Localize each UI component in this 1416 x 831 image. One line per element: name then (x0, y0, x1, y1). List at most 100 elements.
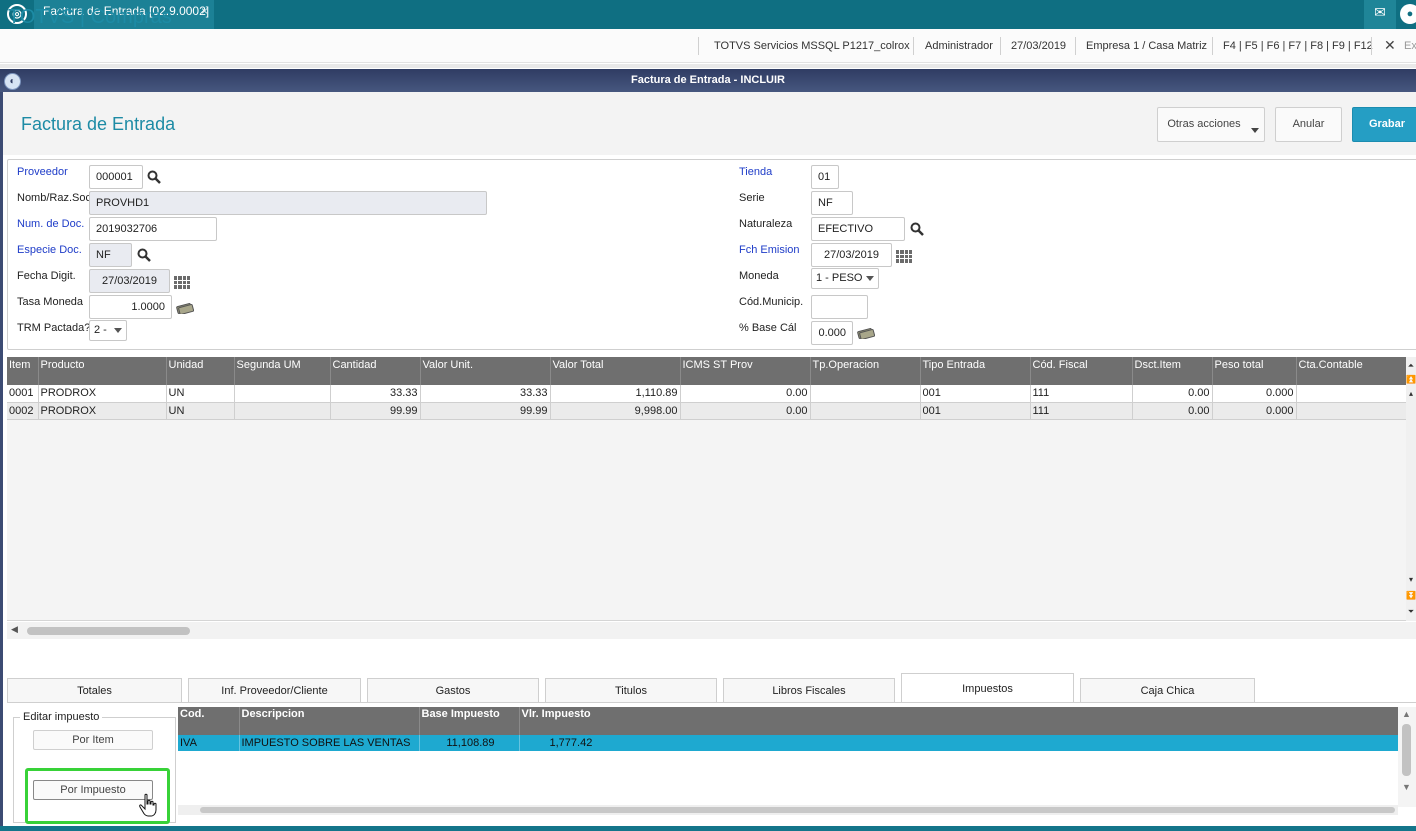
save-button[interactable]: Grabar (1352, 107, 1416, 142)
cell[interactable]: UN (166, 385, 235, 403)
table-row[interactable]: 0002 PRODROX UN 99.99 99.99 9,998.00 0.0… (7, 402, 1407, 420)
by-item-button[interactable]: Por Item (33, 730, 153, 750)
col-header[interactable]: Unidad (166, 357, 235, 385)
col-header[interactable]: Vlr. Impuesto (519, 707, 1399, 735)
exit-icon[interactable]: ✕ (1384, 37, 1396, 54)
cell[interactable]: IVA (178, 735, 240, 751)
tab-totales[interactable]: Totales (7, 678, 182, 703)
col-header[interactable]: Tipo Entrada (920, 357, 1031, 385)
money-icon[interactable] (176, 302, 194, 314)
tienda-field[interactable]: 01 (811, 165, 839, 189)
col-header[interactable]: Cód. Fiscal (1030, 357, 1133, 385)
cell[interactable]: 0.00 (680, 385, 811, 403)
cell[interactable]: 9,998.00 (550, 402, 681, 420)
cell[interactable] (234, 385, 331, 403)
cell[interactable] (1296, 385, 1407, 403)
items-grid[interactable]: Item Producto Unidad Segunda UM Cantidad… (7, 357, 1407, 621)
cell[interactable]: PRODROX (38, 385, 167, 403)
proveedor-field[interactable]: 000001 (89, 165, 143, 189)
tab-caja-chica[interactable]: Caja Chica (1080, 678, 1255, 703)
other-actions-button[interactable]: Otras acciones (1157, 107, 1265, 142)
scroll-page-up-icon[interactable]: ⏫ (1406, 373, 1416, 387)
calendar-icon[interactable] (174, 276, 190, 289)
tab-impuestos[interactable]: Impuestos (901, 673, 1074, 703)
search-icon[interactable] (147, 170, 161, 184)
tab-titulos[interactable]: Titulos (545, 678, 717, 703)
cell[interactable]: 0.000 (1212, 402, 1297, 420)
cell[interactable]: 0.00 (1132, 385, 1213, 403)
cell[interactable]: 111 (1030, 385, 1133, 403)
table-row[interactable]: IVA IMPUESTO SOBRE LAS VENTAS 11,108.89 … (178, 735, 1399, 751)
col-header[interactable]: Cantidad (330, 357, 421, 385)
col-header[interactable]: ICMS ST Prov (680, 357, 811, 385)
close-tab-icon[interactable]: × (201, 0, 208, 23)
col-header[interactable]: Cod. (178, 707, 240, 735)
cod-municip-field[interactable] (811, 295, 868, 319)
cell[interactable] (234, 402, 331, 420)
cell[interactable] (810, 385, 921, 403)
scroll-down-icon[interactable]: ▼ (1402, 782, 1411, 792)
scroll-thumb[interactable] (27, 627, 190, 635)
col-header[interactable]: Valor Total (550, 357, 681, 385)
col-header[interactable]: Valor Unit. (420, 357, 551, 385)
num-doc-field[interactable]: 2019032706 (89, 217, 217, 241)
fch-emision-field[interactable]: 27/03/2019 (811, 243, 892, 267)
col-header[interactable]: Item (7, 357, 39, 385)
company-info[interactable]: Empresa 1 / Casa Matriz (1086, 40, 1207, 52)
scroll-thumb[interactable] (200, 807, 1395, 813)
cancel-button[interactable]: Anular (1275, 107, 1342, 142)
window-menu-icon[interactable]: ◐ (4, 73, 21, 90)
table-row[interactable]: 0001 PRODROX UN 33.33 33.33 1,110.89 0.0… (7, 385, 1407, 403)
grid-vertical-scrollbar[interactable]: ⏶ ⏫ ▴ ▾ ⏬ ⏷ (1406, 357, 1416, 621)
especie-field[interactable]: NF (89, 243, 132, 267)
cell[interactable]: 11,108.89 (419, 735, 520, 751)
col-header[interactable]: Descripcion (239, 707, 420, 735)
trm-select[interactable]: 2 - (89, 320, 127, 341)
cell[interactable]: 0.00 (1132, 402, 1213, 420)
moneda-select[interactable]: 1 - PESO (811, 268, 879, 289)
grid-horizontal-scrollbar[interactable]: ◀ (7, 622, 1416, 639)
scroll-up-icon[interactable]: ▲ (1402, 709, 1411, 719)
tab-libros-fiscales[interactable]: Libros Fiscales (723, 678, 895, 703)
cell[interactable]: 001 (920, 402, 1031, 420)
cell[interactable]: 99.99 (420, 402, 551, 420)
tasa-field[interactable]: 1.0000 (89, 295, 172, 319)
cell[interactable] (810, 402, 921, 420)
exit-label[interactable]: Ex (1404, 40, 1416, 52)
serie-field[interactable]: NF (811, 191, 853, 215)
cell[interactable]: 0.000 (1212, 385, 1297, 403)
cell[interactable]: 0001 (7, 385, 39, 403)
cell[interactable]: 33.33 (420, 385, 551, 403)
cell[interactable]: 1,110.89 (550, 385, 681, 403)
col-header[interactable]: Tp.Operacion (810, 357, 921, 385)
col-header[interactable]: Cta.Contable (1296, 357, 1407, 385)
scroll-page-down-icon[interactable]: ⏬ (1406, 589, 1416, 603)
fecha-digit-field[interactable]: 27/03/2019 (89, 269, 170, 293)
mail-icon[interactable]: ✉ (1364, 0, 1396, 29)
cell[interactable]: UN (166, 402, 235, 420)
cell[interactable]: IMPUESTO SOBRE LAS VENTAS (239, 735, 420, 751)
scroll-top-icon[interactable]: ⏶ (1406, 359, 1416, 373)
cell[interactable]: 1,777.42 (519, 735, 1399, 751)
cell[interactable]: 33.33 (330, 385, 421, 403)
by-tax-button[interactable]: Por Impuesto (33, 780, 153, 800)
scroll-down-icon[interactable]: ▾ (1406, 573, 1416, 587)
cell[interactable]: 0002 (7, 402, 39, 420)
col-header[interactable]: Base Impuesto (419, 707, 520, 735)
base-cal-field[interactable]: 0.000 (811, 321, 853, 345)
col-header[interactable]: Peso total (1212, 357, 1297, 385)
scroll-thumb[interactable] (1402, 724, 1411, 776)
tab-inf-proveedor[interactable]: Inf. Proveedor/Cliente (188, 678, 361, 703)
tax-grid[interactable]: Cod. Descripcion Base Impuesto Vlr. Impu… (178, 707, 1399, 807)
user-icon[interactable]: ● (1400, 4, 1416, 24)
search-icon[interactable] (137, 248, 151, 262)
nomb-field[interactable]: PROVHD1 (89, 191, 487, 215)
calendar-icon[interactable] (896, 250, 912, 263)
money-icon[interactable] (857, 327, 875, 339)
col-header[interactable]: Producto (38, 357, 167, 385)
scroll-bottom-icon[interactable]: ⏷ (1406, 605, 1416, 619)
cell[interactable]: PRODROX (38, 402, 167, 420)
scroll-left-icon[interactable]: ◀ (11, 624, 18, 635)
cell[interactable] (1296, 402, 1407, 420)
scroll-up-icon[interactable]: ▴ (1406, 387, 1416, 401)
